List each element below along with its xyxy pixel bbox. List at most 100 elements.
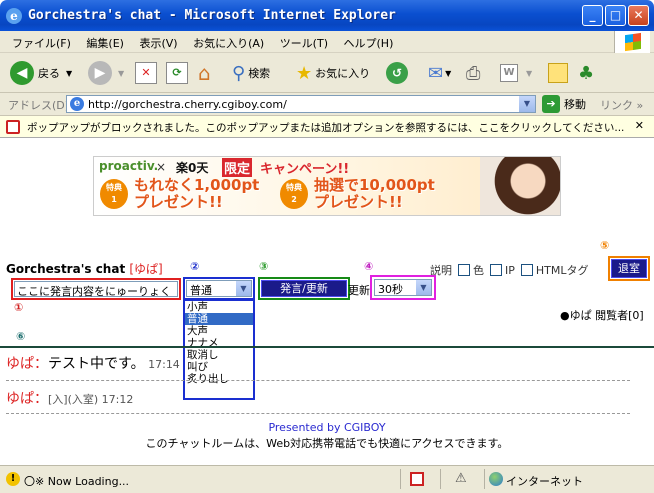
marker-5: ⑤ [600, 239, 610, 252]
voice-option[interactable]: 大声 [185, 325, 253, 337]
warning-icon: ! [6, 472, 20, 486]
back-arrow-icon: ◀ [10, 61, 34, 85]
word-icon: W [500, 64, 518, 82]
chat-user-tag: [ゆぱ] [129, 262, 163, 276]
banner-brand: proactiv. [99, 159, 159, 173]
page-icon: e [70, 97, 84, 111]
windows-logo-icon [614, 31, 650, 53]
interval-selected-value: 30秒 [378, 283, 403, 296]
infobar-close-icon[interactable]: ✕ [635, 119, 644, 132]
voice-option[interactable]: 小声 [185, 301, 253, 313]
menu-help[interactable]: ヘルプ(H) [344, 35, 394, 51]
favorites-button[interactable]: ★ お気に入り [296, 60, 370, 86]
footer-note: このチャットルームは、Web対応携帯電話でも快適にアクセスできます。 [145, 437, 509, 450]
menu-file[interactable]: ファイル(F) [12, 35, 71, 51]
interval-select[interactable]: 30秒 ▼ [374, 279, 432, 296]
forward-arrow-icon: ▶ [88, 61, 112, 85]
voice-option[interactable]: 取消し [185, 349, 253, 361]
color-label: 色 [473, 264, 484, 277]
marker-2: ② [190, 260, 200, 273]
color-checkbox[interactable] [458, 264, 470, 276]
address-label: アドレス(D) [8, 99, 70, 112]
exit-button[interactable]: 退室 [611, 259, 647, 278]
menu-view[interactable]: 表示(V) [139, 35, 177, 51]
html-tag-checkbox[interactable] [520, 264, 533, 276]
toolbar: ◀ 戻る ▼ ▶ ▼ ✕ ⟳ ⌂ ⚲ 検索 ★ お気に入り ↺ ✉ ▼ ⎙ W … [0, 53, 654, 93]
menu-bar: ファイル(F) 編集(E) 表示(V) お気に入り(A) ツール(T) ヘルプ(… [0, 31, 654, 53]
links-button[interactable]: リンク » [600, 97, 643, 113]
voice-dropdown-icon[interactable]: ▼ [236, 281, 251, 296]
banner-offer-1: もれなく1,000pt プレゼント!! [134, 176, 260, 211]
back-dropdown-icon[interactable]: ▼ [66, 69, 72, 78]
maximize-button[interactable]: □ [605, 5, 626, 26]
back-label: 戻る [38, 67, 60, 80]
refresh-icon: ⟳ [166, 62, 188, 84]
reload-label: 更新 [348, 284, 370, 297]
mail-icon: ✉ [428, 62, 444, 84]
popup-blocked-status-icon[interactable] [410, 472, 424, 486]
page-content: proactiv. × 楽0天 限定 キャンペーン!! 特典 1 もれなく1,0… [0, 139, 654, 463]
popup-blocked-icon [6, 120, 20, 134]
status-separator [484, 469, 485, 489]
voice-option-selected[interactable]: 普通 [185, 313, 253, 325]
mail-button[interactable]: ✉ ▼ [428, 60, 451, 86]
menu-favorites[interactable]: お気に入り(A) [193, 35, 264, 51]
status-separator [440, 469, 441, 489]
mail-dropdown-icon[interactable]: ▼ [445, 69, 451, 78]
message-text: テスト中です。 [48, 356, 145, 372]
menu-edit[interactable]: 編集(E) [86, 35, 124, 51]
print-button[interactable]: ⎙ [466, 60, 480, 86]
forward-button[interactable]: ▶ ▼ [88, 60, 124, 86]
stop-button[interactable]: ✕ [135, 60, 157, 86]
banner-badge-2: 特典 2 [280, 179, 308, 209]
minimize-button[interactable]: _ [582, 5, 603, 26]
message-time: 17:14 [148, 358, 180, 371]
message-time: [入](入室) 17:12 [48, 393, 134, 406]
status-text: 〇※ Now Loading... [24, 475, 130, 488]
home-button[interactable]: ⌂ [198, 60, 211, 86]
chat-title: Gorchestra's chat [ゆぱ] [6, 260, 163, 277]
messenger-button[interactable]: ♣ [578, 60, 594, 86]
home-icon: ⌂ [198, 61, 211, 85]
banner-limited: 限定 [222, 158, 253, 177]
popup-blocked-infobar[interactable]: ポップアップがブロックされました。このポップアップまたは追加オプションを参照する… [0, 116, 654, 138]
html-tag-label: HTMLタグ [535, 264, 589, 277]
print-icon: ⎙ [466, 62, 481, 84]
ip-checkbox[interactable] [490, 264, 502, 276]
go-label: 移動 [564, 98, 586, 111]
address-input[interactable]: e http://gorchestra.cherry.cgiboy.com/ ▼ [66, 95, 536, 113]
forward-dropdown-icon[interactable]: ▼ [118, 69, 124, 78]
voice-option[interactable]: 叫び [185, 361, 253, 373]
edit-button[interactable]: W ▼ [500, 60, 532, 86]
star-icon: ★ [296, 62, 313, 84]
viewer-list: ●ゆぱ 閲覧者[0] [560, 309, 644, 322]
credit-link[interactable]: Presented by CGIBOY [0, 421, 654, 434]
edit-dropdown-icon[interactable]: ▼ [526, 69, 532, 78]
history-button[interactable]: ↺ [386, 60, 408, 86]
message-author: ゆぱ： [6, 356, 48, 372]
banner-badge-1: 特典 1 [100, 179, 128, 209]
search-label: 検索 [248, 67, 271, 80]
window-title: Gorchestra's chat - Microsoft Internet E… [28, 8, 396, 23]
ad-banner[interactable]: proactiv. × 楽0天 限定 キャンペーン!! 特典 1 もれなく1,0… [93, 156, 561, 216]
voice-option[interactable]: 炙り出し [185, 373, 253, 385]
send-button[interactable]: 発言/更新 [261, 280, 347, 297]
address-dropdown-icon[interactable]: ▼ [519, 96, 535, 112]
interval-dropdown-icon[interactable]: ▼ [416, 280, 431, 295]
voice-dropdown-list: 小声 普通 大声 ナナメ 取消し 叫び 炙り出し [183, 299, 255, 400]
discuss-button[interactable] [548, 60, 568, 86]
message-input[interactable]: ここに発言内容をにゅーりょく [14, 281, 178, 298]
chat-message: ゆぱ：[入](入室) 17:12 [6, 388, 133, 408]
close-button[interactable]: ✕ [628, 5, 649, 26]
menu-tools[interactable]: ツール(T) [280, 35, 328, 51]
address-bar: アドレス(D) e http://gorchestra.cherry.cgibo… [0, 93, 654, 116]
message-author: ゆぱ： [6, 391, 48, 407]
refresh-button[interactable]: ⟳ [166, 60, 188, 86]
voice-select[interactable]: 普通 ▼ [186, 280, 252, 297]
note-icon [548, 63, 568, 83]
privacy-icon[interactable]: ⚠ [455, 471, 467, 486]
go-button[interactable]: ➔ 移動 [542, 95, 586, 113]
back-button[interactable]: ◀ 戻る ▼ [10, 60, 72, 86]
search-button[interactable]: ⚲ 検索 [232, 60, 270, 86]
infobar-message[interactable]: ポップアップがブロックされました。このポップアップまたは追加オプションを参照する… [27, 120, 624, 135]
